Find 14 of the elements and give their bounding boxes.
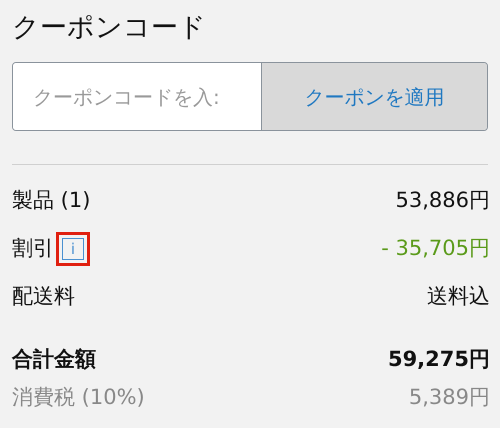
summary-label: 配送料: [12, 283, 75, 310]
summary-label: 合計金額: [12, 346, 96, 374]
summary-label: 消費税 (10%): [12, 384, 145, 412]
summary-value: 送料込: [427, 283, 490, 310]
summary-value: 59,275円: [388, 346, 490, 374]
summary-value: 5,389円: [408, 384, 490, 412]
apply-coupon-button[interactable]: クーポンを適用: [262, 63, 487, 130]
summary-value: - 35,705円: [381, 235, 490, 262]
info-icon[interactable]: i: [62, 238, 84, 260]
coupon-code-field[interactable]: クーポンコードを入:: [13, 63, 262, 130]
summary-value: 53,886円: [396, 187, 490, 214]
summary-label: 製品 (1): [12, 187, 90, 214]
section-title: クーポンコード: [11, 11, 207, 45]
summary-label: 割引: [12, 235, 54, 262]
